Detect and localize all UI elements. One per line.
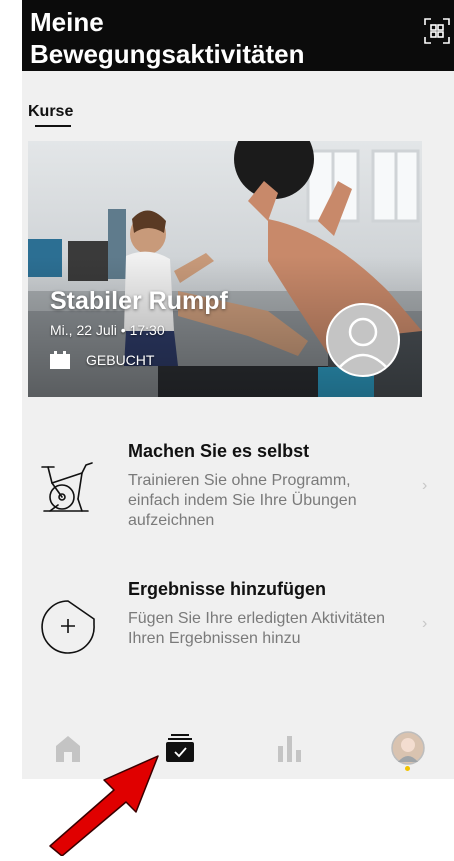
add-results-item[interactable]: Ergebnisse hinzufügen Fügen Sie Ihre erl… (22, 579, 454, 679)
instructor-avatar (326, 303, 400, 377)
tab-underline (35, 125, 71, 127)
chevron-right-icon: › (422, 615, 428, 632)
action-title: Machen Sie es selbst (128, 441, 310, 461)
chevron-right-icon: › (422, 477, 428, 494)
course-status: GEBUCHT (50, 351, 154, 369)
tab-kurse[interactable]: Kurse (28, 103, 73, 121)
course-card[interactable]: Stabiler Rumpf Mi., 22 Juli • 17:30 GEBU… (28, 141, 422, 397)
app-header: Meine Bewegungsaktivitäten (22, 0, 454, 71)
action-title: Ergebnisse hinzufügen (128, 579, 327, 599)
page-title: Meine Bewegungsaktivitäten (30, 7, 305, 69)
profile-avatar[interactable] (390, 730, 426, 766)
action-description: Fügen Sie Ihre erledigten Aktivitäten Ih… (128, 610, 386, 647)
qr-scan-icon[interactable] (424, 18, 450, 44)
active-indicator (405, 766, 410, 771)
annotation-arrow-icon (49, 755, 159, 856)
content-panel: Kurse Stabiler Rumpf Mi., 22 Juli • 17:3… (22, 71, 454, 779)
course-datetime: Mi., 22 Juli • 17:30 (50, 322, 165, 338)
add-circle-icon (41, 600, 95, 654)
user-placeholder-icon (337, 317, 389, 370)
do-it-yourself-item[interactable]: Machen Sie es selbst Trainieren Sie ohne… (22, 441, 454, 541)
exercise-bike-icon (41, 462, 93, 512)
status-label: GEBUCHT (86, 352, 155, 368)
course-title: Stabiler Rumpf (50, 287, 228, 315)
action-description: Trainieren Sie ohne Programm, einfach in… (128, 472, 357, 529)
calendar-booked-icon (50, 351, 70, 369)
stats-icon[interactable] (272, 730, 308, 766)
